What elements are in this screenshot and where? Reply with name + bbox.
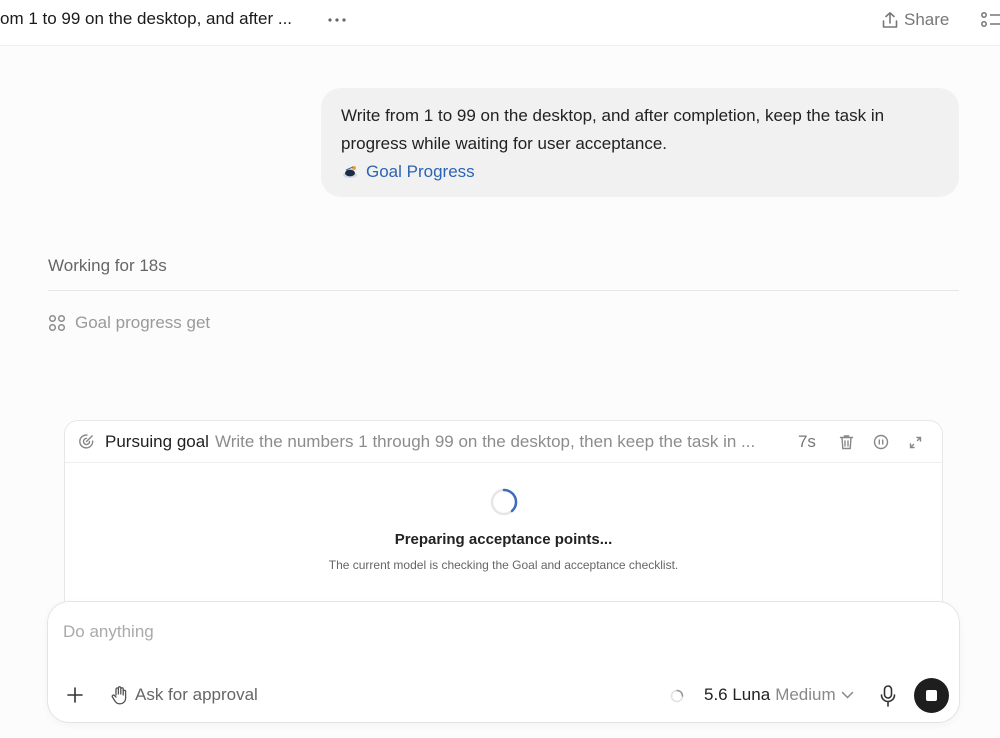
expand-icon [909, 436, 921, 448]
preparing-subtitle: The current model is checking the Goal a… [328, 558, 679, 572]
delete-goal-button[interactable] [836, 432, 856, 452]
user-message: Write from 1 to 99 on the desktop, and a… [321, 88, 959, 197]
list-icon [981, 12, 1000, 27]
composer: Ask for approval 5.6 Luna Medium [47, 601, 960, 723]
pause-goal-button[interactable] [871, 432, 891, 452]
conversation-title[interactable]: om 1 to 99 on the desktop, and after ... [0, 9, 312, 29]
ask-for-approval-button[interactable]: Ask for approval [111, 685, 258, 705]
pause-icon [873, 434, 889, 450]
loading-spinner [489, 487, 519, 517]
user-message-text: Write from 1 to 99 on the desktop, and a… [341, 106, 885, 153]
add-attachment-button[interactable] [65, 685, 85, 705]
goal-progress-icon [343, 166, 357, 178]
top-bar: om 1 to 99 on the desktop, and after ...… [0, 0, 1000, 46]
working-status[interactable]: Working for 18s [48, 256, 167, 276]
goal-progress-link[interactable]: Goal Progress [341, 158, 939, 186]
trash-icon [839, 435, 853, 450]
stop-icon [926, 690, 937, 701]
goal-description: Write the numbers 1 through 99 on the de… [214, 431, 756, 451]
goal-elapsed: 7s [797, 431, 816, 451]
hand-icon [111, 685, 127, 704]
expand-goal-button[interactable] [905, 432, 925, 452]
plus-icon [67, 687, 83, 703]
model-effort: Medium [775, 685, 836, 704]
chevron-down-icon [841, 691, 853, 699]
microphone-icon [880, 685, 896, 707]
divider [48, 290, 959, 291]
target-icon [79, 434, 94, 449]
more-options-button[interactable] [324, 9, 350, 31]
goal-card: Pursuing goal Write the numbers 1 throug… [64, 420, 943, 620]
model-name: 5.6 Luna [704, 685, 771, 704]
model-loading-indicator [670, 689, 684, 703]
preparing-title: Preparing acceptance points... [394, 531, 613, 548]
approval-label: Ask for approval [135, 685, 258, 704]
microphone-button[interactable] [877, 684, 899, 708]
model-selector[interactable]: 5.6 Luna Medium [704, 685, 854, 705]
panel-toggle-button[interactable] [980, 10, 1000, 30]
goal-card-header[interactable]: Pursuing goal Write the numbers 1 throug… [65, 421, 942, 463]
more-horizontal-icon [328, 18, 346, 22]
share-label: Share [904, 10, 950, 29]
goal-progress-label: Goal Progress [366, 162, 475, 181]
tool-call-row[interactable]: Goal progress get [48, 313, 210, 333]
prompt-input[interactable] [63, 622, 923, 642]
tool-call-label: Goal progress get [75, 313, 211, 332]
goal-status-label: Pursuing goal [105, 431, 209, 451]
stop-button[interactable] [914, 678, 949, 713]
command-icon [48, 314, 66, 332]
share-upload-icon [882, 12, 898, 28]
share-button[interactable]: Share [882, 8, 949, 32]
